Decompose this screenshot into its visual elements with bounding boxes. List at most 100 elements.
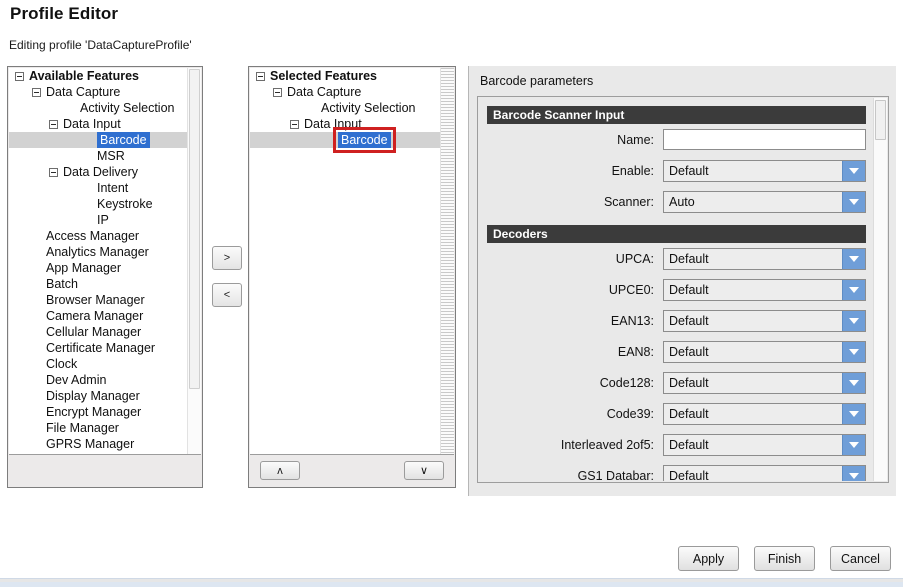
tree-item[interactable]: Available Features [9,68,195,84]
profile-editor-window: Profile Editor Editing profile 'DataCapt… [0,0,903,587]
tree-collapse-icon[interactable] [256,71,265,81]
parameter-dropdown[interactable]: Default [663,464,866,481]
parameters-scrollbar[interactable] [873,98,887,481]
parameter-label: UPCE0: [608,282,654,297]
available-features-tree[interactable]: Available Features Data Capture Activity S… [9,68,195,456]
cancel-button[interactable]: Cancel [830,546,891,571]
tree-item[interactable]: Data Capture [9,84,195,100]
chevron-down-icon[interactable] [842,434,865,455]
chevron-down-icon[interactable] [842,341,865,362]
move-up-button[interactable]: ʌ [260,461,300,480]
tree-item-label: Certificate Manager [46,341,156,355]
parameter-label: Enable: [611,163,654,178]
chevron-down-icon[interactable] [842,403,865,424]
tree-item[interactable]: IP [9,212,195,228]
tree-item[interactable]: Cellular Manager [9,324,195,340]
tree-item[interactable]: Intent [9,180,195,196]
tree-item[interactable]: Batch [9,276,195,292]
chevron-down-icon[interactable] [842,310,865,331]
parameter-label: EAN8: [617,344,654,359]
chevron-down-icon[interactable] [842,248,865,269]
tree-item[interactable]: Analytics Manager [9,244,195,260]
tree-item[interactable]: Access Manager [9,228,195,244]
tree-item[interactable]: Camera Manager [9,308,195,324]
tree-collapse-icon[interactable] [273,87,282,97]
tree-item-label: MSR [97,149,125,163]
tree-collapse-icon[interactable] [290,119,299,129]
parameter-row: UPCA: Default [479,243,874,274]
move-down-button[interactable]: ∨ [404,461,444,480]
name-input[interactable] [663,129,866,150]
parameter-dropdown[interactable]: Default [663,433,866,456]
tree-item[interactable]: Encrypt Manager [9,404,195,420]
finish-button[interactable]: Finish [754,546,815,571]
tree-item[interactable]: Data Input [9,116,195,132]
parameter-dropdown[interactable]: Default [663,278,866,301]
tree-collapse-icon[interactable] [49,119,58,129]
tree-item-label: Cellular Manager [46,325,142,339]
tree-item-label: Browser Manager [46,293,145,307]
tree-item[interactable]: Activity Selection [250,100,448,116]
dropdown-selected-value: Default [664,310,842,331]
tree-item-label: Data Capture [46,85,121,99]
selected-features-tree-list: Selected Features Data Capture Activity Se… [250,68,448,153]
tree-item[interactable]: App Manager [9,260,195,276]
tree-item-label: GPRS Manager [46,437,135,451]
chevron-down-icon[interactable] [842,279,865,300]
parameter-row: Enable: Default [479,155,874,186]
add-feature-button[interactable]: > [212,246,242,270]
available-features-panel: Available Features Data Capture Activity S… [7,66,203,488]
tree-item[interactable]: Data Capture [250,84,448,100]
tree-item[interactable]: Clock [9,356,195,372]
selected-features-tree[interactable]: Selected Features Data Capture Activity Se… [250,68,448,456]
dropdown-selected-value: Default [664,279,842,300]
available-features-panel-footer [9,454,201,486]
tree-item-label: Display Manager [46,389,140,403]
tree-collapse-icon[interactable] [32,87,41,97]
tree-item[interactable]: Dev Admin [9,372,195,388]
parameter-dropdown[interactable]: Default [663,247,866,270]
tree-item-label: Data Input [63,117,121,131]
tree-item[interactable]: Certificate Manager [9,340,195,356]
tree-item-label: Access Manager [46,229,140,243]
tree-item-label: Clock [46,357,78,371]
parameter-dropdown[interactable]: Default [663,371,866,394]
page-title: Profile Editor [10,4,119,23]
tree-item[interactable]: Data Delivery [9,164,195,180]
tree-item[interactable]: MSR [9,148,195,164]
parameter-dropdown[interactable]: Default [663,402,866,425]
parameter-row: Name: [479,124,874,155]
tree-item[interactable]: File Manager [9,420,195,436]
tree-item[interactable]: Data Input [250,116,448,132]
chevron-down-icon[interactable] [842,191,865,212]
tree-item-label: Data Input [304,117,362,131]
tree-collapse-icon[interactable] [15,71,24,81]
chevron-down-icon[interactable] [842,465,865,481]
parameter-row: Code39: Default [479,398,874,429]
chevron-down-icon[interactable] [842,372,865,393]
parameter-dropdown[interactable]: Default [663,309,866,332]
barcode-parameters-region: Barcode parameters Barcode Scanner Input… [468,66,896,496]
available-features-scrollbar[interactable] [187,68,201,456]
parameter-dropdown[interactable]: Default [663,340,866,363]
tree-item[interactable]: Keystroke [9,196,195,212]
selected-features-scrollbar[interactable] [440,68,454,456]
tree-item[interactable]: Activity Selection [9,100,195,116]
remove-feature-button[interactable]: < [212,283,242,307]
tree-item[interactable]: Barcode [250,127,448,153]
tree-item-label: Activity Selection [80,101,175,115]
tree-collapse-icon[interactable] [49,167,58,177]
chevron-down-icon[interactable] [842,160,865,181]
apply-button[interactable]: Apply [678,546,739,571]
parameters-scrollbar-thumb[interactable] [875,100,886,140]
dropdown-selected-value: Default [664,372,842,393]
tree-item[interactable]: Selected Features [250,68,448,84]
tree-item[interactable]: Browser Manager [9,292,195,308]
dropdown-selected-value: Default [664,248,842,269]
tree-item[interactable]: GPRS Manager [9,436,195,452]
available-features-scrollbar-thumb[interactable] [189,69,200,389]
parameter-dropdown[interactable]: Auto [663,190,866,213]
tree-item[interactable]: Barcode [9,132,195,148]
parameter-dropdown[interactable]: Default [663,159,866,182]
tree-item[interactable]: Display Manager [9,388,195,404]
